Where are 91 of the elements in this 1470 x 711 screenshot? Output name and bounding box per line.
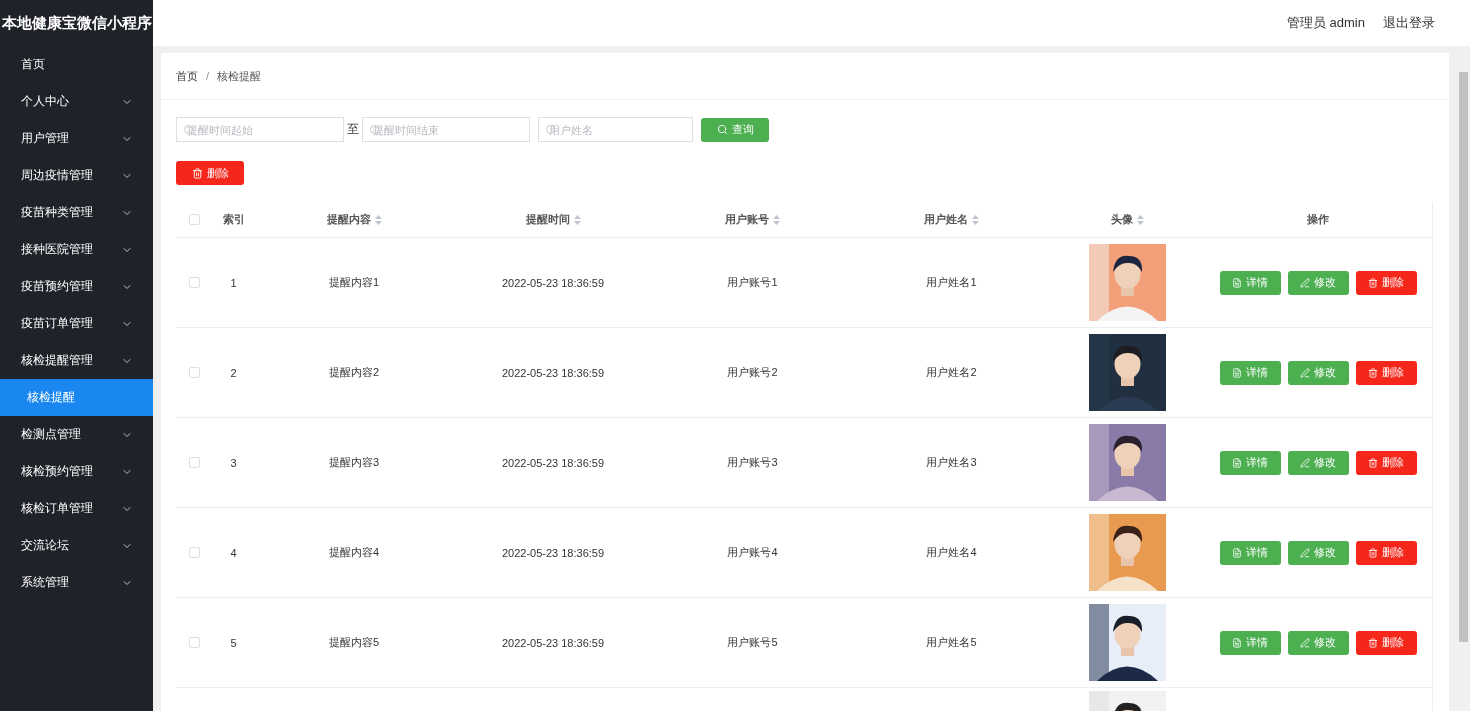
sidebar-item[interactable]: 检测点管理 [0,416,153,453]
sidebar-item[interactable]: 用户管理 [0,120,153,157]
name-field[interactable]: 用户姓名 [538,117,693,142]
sidebar-item[interactable]: 系统管理 [0,564,153,601]
table-cell: 提醒内容3 [328,455,380,470]
table-cell: 2 [230,366,237,379]
breadcrumb-separator: / [206,70,210,82]
table-cell: 用户账号3 [727,455,778,470]
sidebar-item[interactable]: 周边疫情管理 [0,157,153,194]
sidebar-item[interactable]: 疫苗种类管理 [0,194,153,231]
row-checkbox[interactable] [188,367,200,378]
table-cell: 5 [230,636,237,649]
table-cell: 用户账号2 [727,365,778,380]
sidebar-item[interactable]: 核检预约管理 [0,453,153,490]
column-header[interactable]: 操作 [1307,212,1329,227]
admin-label: 管理员 admin [1286,14,1365,32]
document-icon [1232,457,1242,468]
pen-icon [1300,277,1310,288]
table-cell: 用户账号1 [727,275,778,290]
delete-button[interactable]: 删除 [1355,360,1417,385]
column-header[interactable]: 头像 [1110,212,1133,227]
table-cell: 1 [230,276,237,289]
table-cell: 提醒内容4 [328,545,380,560]
logout-link[interactable]: 退出登录 [1383,14,1435,32]
sidebar-item[interactable]: 疫苗订单管理 [0,305,153,342]
sort-icon[interactable] [573,214,581,225]
table-cell: 2022-05-23 18:36:59 [501,366,605,379]
table-cell: 提醒内容1 [328,275,380,290]
row-checkbox[interactable] [188,547,200,558]
trash-icon [1368,547,1378,558]
table-cell: 2022-05-23 18:36:59 [501,636,605,649]
delete-button[interactable]: 删除 [1355,450,1417,475]
document-icon [1232,277,1242,288]
delete-button[interactable]: 删除 [1355,270,1417,295]
pen-icon [1300,637,1310,648]
row-checkbox[interactable] [188,457,200,468]
row-checkbox[interactable] [188,277,200,288]
table-cell: 2022-05-23 18:36:59 [501,456,605,469]
sidebar-item[interactable]: 交流论坛 [0,527,153,564]
sidebar-item[interactable]: 核检提醒管理 [0,342,153,379]
sidebar-item[interactable]: 疫苗预约管理 [0,268,153,305]
table-cell: 4 [230,546,237,559]
table-cell: 用户姓名3 [926,455,977,470]
sidebar-subitem[interactable]: 核检提醒 [0,379,153,416]
column-header[interactable]: 用户姓名 [924,212,968,227]
breadcrumb-link[interactable]: 首页 [176,68,198,84]
document-icon [1232,637,1242,648]
table-cell: 提醒内容2 [328,365,380,380]
start-date-field[interactable]: 提醒时间起始 [176,117,344,142]
document-icon [1232,367,1242,378]
sort-icon[interactable] [773,214,780,225]
sidebar-item[interactable]: 核检订单管理 [0,490,153,527]
breadcrumb-link[interactable]: 核检提醒 [217,68,262,84]
table-cell: 用户姓名5 [926,635,977,650]
delete-button[interactable]: 删除 [1355,630,1417,655]
table-cell: 用户姓名1 [926,275,977,290]
table-cell: 提醒内容5 [328,635,380,650]
trash-icon [1368,637,1378,648]
column-header[interactable]: 用户账号 [725,212,769,227]
trash-icon [1368,457,1378,468]
column-header[interactable]: 提醒内容 [326,212,371,227]
pen-icon [1300,457,1310,468]
row-checkbox[interactable] [188,637,200,648]
trash-icon [1368,277,1378,288]
trash-icon [191,167,203,179]
table-cell: 用户账号5 [727,635,778,650]
delete-button[interactable]: 删除 [1355,540,1417,565]
column-header[interactable]: 提醒时间 [525,212,570,227]
document-icon [1232,547,1242,558]
select-all-checkbox[interactable] [188,214,200,225]
sidebar-item[interactable]: 首页 [0,46,153,83]
table-cell: 2022-05-23 18:36:59 [501,546,605,559]
app-title: 本地健康宝微信小程序 [0,12,153,33]
table-cell: 用户姓名2 [926,365,977,380]
pen-icon [1300,547,1310,558]
search-icon [716,124,728,135]
delete-button[interactable]: 删除 [176,161,244,185]
table-cell: 用户姓名4 [926,545,977,560]
range-separator: 至 [347,121,359,138]
sidebar-item[interactable]: 接种医院管理 [0,231,153,268]
table-cell: 用户账号4 [727,545,778,560]
sort-icon[interactable] [374,214,382,225]
sidebar-item[interactable]: 个人中心 [0,83,153,120]
table-cell: 2022-05-23 18:36:59 [501,276,605,289]
end-date-field[interactable]: 提醒时间结束 [362,117,530,142]
column-header[interactable]: 索引 [222,212,245,227]
sort-icon[interactable] [972,214,979,225]
table-cell: 3 [230,456,237,469]
trash-icon [1368,367,1378,378]
pen-icon [1300,367,1310,378]
sort-icon[interactable] [1136,214,1144,225]
